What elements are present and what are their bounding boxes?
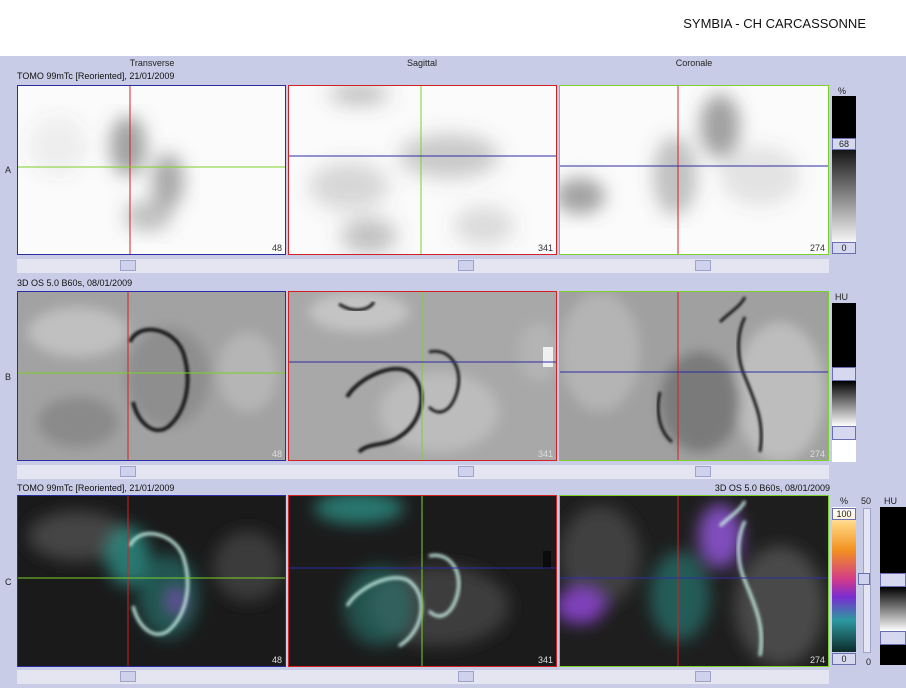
slice-number: 48 [271, 655, 282, 665]
slice-slider-coronale-a[interactable] [695, 260, 711, 271]
scale-b-unit: HU [835, 292, 848, 302]
top-header-bar: SYMBIA - CH CARCASSONNE [0, 0, 906, 56]
blend-slider-value: 50 [861, 496, 872, 506]
slice-number: 341 [537, 243, 553, 253]
ct-sagittal-image [289, 292, 556, 460]
slice-slider-sagittal-b[interactable] [458, 466, 474, 477]
nm-sagittal-image [289, 86, 556, 254]
ct-coronale-image [560, 292, 828, 460]
slice-number: 341 [537, 655, 553, 665]
viewport-sagittal-ct[interactable]: 341 [288, 291, 557, 461]
scale-c-color-bar[interactable] [832, 507, 856, 652]
viewport-sagittal-fusion[interactable]: 341 [288, 495, 557, 667]
nm-transverse-image [18, 86, 285, 254]
slice-number: 274 [809, 243, 825, 253]
scale-c-hu-gradient [880, 587, 906, 631]
scale-c-hu-lower-handle[interactable] [880, 631, 906, 645]
scale-a-unit: % [838, 86, 847, 96]
slice-slider-sagittal-a[interactable] [458, 260, 474, 271]
scale-c-hu-unit: HU [884, 496, 897, 506]
scale-c-hu-black [880, 507, 906, 573]
scale-a-upper-value[interactable]: 68 [832, 138, 856, 150]
blend-slider-min: 0 [866, 657, 872, 667]
viewport-coronale-nm[interactable]: 274 [559, 85, 829, 255]
slice-slider-coronale-c[interactable] [695, 671, 711, 682]
fusion-transverse-image [18, 496, 285, 666]
slice-slider-transverse-a[interactable] [120, 260, 136, 271]
fusion-sagittal-image [289, 496, 556, 666]
slice-number: 341 [537, 449, 553, 459]
viewport-coronale-fusion[interactable]: 274 [559, 495, 829, 667]
scale-c-hu-bottom [880, 645, 906, 665]
viewport-transverse-ct[interactable]: 48 [17, 291, 286, 461]
institution-title: SYMBIA - CH CARCASSONNE [683, 16, 866, 31]
viewport-transverse-fusion[interactable]: 48 [17, 495, 286, 667]
scale-a-lower-value[interactable]: 0 [832, 242, 856, 254]
row-c-series-info-right: 3D OS 5.0 B60s, 08/01/2009 [714, 483, 830, 493]
scale-a-grayscale-bar[interactable] [832, 96, 856, 246]
scale-b-upper-handle[interactable] [832, 367, 856, 381]
row-label-a: A [5, 165, 12, 175]
nm-coronale-image [560, 86, 828, 254]
slice-slider-coronale-b[interactable] [695, 466, 711, 477]
scale-c-unit: % [840, 496, 849, 506]
blend-slider-thumb[interactable] [858, 573, 870, 585]
column-header-coronale: Coronale [675, 58, 713, 68]
scale-b-black-section [832, 303, 856, 367]
row-label-c: C [5, 577, 12, 587]
scale-c-lower-value[interactable]: 0 [832, 653, 856, 665]
scale-c-hu-upper-handle[interactable] [880, 573, 906, 587]
slice-number: 48 [271, 449, 282, 459]
row-b-series-info: 3D OS 5.0 B60s, 08/01/2009 [17, 278, 133, 288]
scale-b-lower-handle[interactable] [832, 426, 856, 440]
viewport-transverse-nm[interactable]: 48 [17, 85, 286, 255]
column-header-transverse: Transverse [129, 58, 175, 68]
row-c-series-info-left: TOMO 99mTc [Reoriented], 21/01/2009 [17, 483, 175, 493]
viewport-sagittal-nm[interactable]: 341 [288, 85, 557, 255]
slice-slider-transverse-c[interactable] [120, 671, 136, 682]
slice-number: 274 [809, 449, 825, 459]
scale-b-gradient [832, 381, 856, 426]
slice-number: 274 [809, 655, 825, 665]
scale-b-white-section [832, 440, 856, 462]
scale-c-upper-value[interactable]: 100 [832, 508, 856, 520]
ct-transverse-image [18, 292, 285, 460]
fusion-coronale-image [560, 496, 828, 666]
row-label-b: B [5, 372, 12, 382]
viewport-coronale-ct[interactable]: 274 [559, 291, 829, 461]
slice-slider-sagittal-c[interactable] [458, 671, 474, 682]
slice-slider-transverse-b[interactable] [120, 466, 136, 477]
column-header-sagittal: Sagittal [406, 58, 438, 68]
row-a-series-info: TOMO 99mTc [Reoriented], 21/01/2009 [17, 71, 175, 81]
slice-number: 48 [271, 243, 282, 253]
